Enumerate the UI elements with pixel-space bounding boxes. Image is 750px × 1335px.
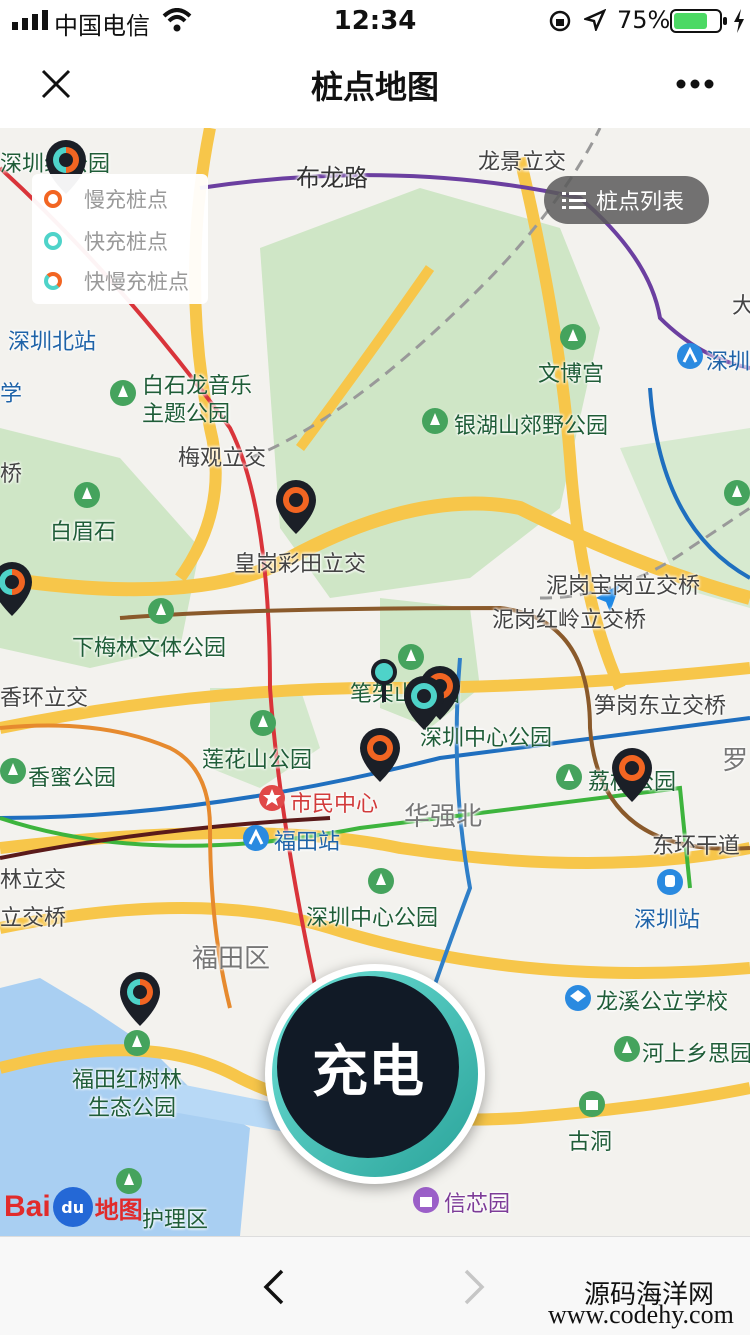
map-label: 龙景立交 xyxy=(478,150,567,175)
map-label: 布龙路 xyxy=(296,164,368,192)
slow-charge-dot-icon xyxy=(44,190,62,208)
charging-pin-fast[interactable] xyxy=(402,674,446,732)
map-label: 市民中心 xyxy=(290,792,379,817)
map-label: 泥岗红岭立交桥 xyxy=(492,608,647,633)
charging-pin-mixed[interactable] xyxy=(0,560,34,618)
legend-item-slow: 慢充桩点 xyxy=(44,184,168,214)
battery-icon xyxy=(670,9,727,33)
metro-station-icon xyxy=(677,343,703,369)
map-label: 林立交 xyxy=(0,868,67,893)
map-label: 古洞 xyxy=(568,1130,613,1155)
legend-item-fast: 快充桩点 xyxy=(44,226,168,256)
map-label: 梅观立交 xyxy=(178,446,267,471)
train-station-icon xyxy=(657,869,683,895)
logo-text-du: du xyxy=(61,1197,85,1217)
charge-button[interactable]: 充电 xyxy=(265,964,485,1184)
rotation-lock-icon xyxy=(549,10,571,32)
park-marker[interactable] xyxy=(74,482,100,508)
nav-bar: 桩点地图 xyxy=(0,40,750,128)
charging-pin-slow[interactable] xyxy=(358,726,402,784)
school-icon xyxy=(565,985,591,1011)
park-marker[interactable] xyxy=(250,710,276,736)
charge-button-label: 充电 xyxy=(277,976,459,1158)
more-dots-icon[interactable] xyxy=(676,78,714,90)
map-label: 深圳 xyxy=(706,350,750,375)
map-label: 信芯园 xyxy=(444,1192,511,1217)
map-label: 福田站 xyxy=(274,830,341,855)
baidu-paw-icon: du xyxy=(52,1187,93,1227)
shopping-icon xyxy=(413,1187,439,1213)
map-label: 护理区 xyxy=(142,1208,209,1233)
chevron-left-icon[interactable] xyxy=(262,1269,286,1305)
map-label: 华强北 xyxy=(404,802,483,832)
landmark-icon xyxy=(579,1091,605,1117)
baidu-map-logo: Bai du 地图 xyxy=(4,1182,143,1232)
list-icon xyxy=(562,192,586,209)
page-title: 桩点地图 xyxy=(310,68,439,106)
park-marker[interactable] xyxy=(110,380,136,406)
map-label: 银湖山郊野公园 xyxy=(454,414,609,439)
legend-label: 快慢充桩点 xyxy=(84,270,189,294)
map-label: 皇岗彩田立交 xyxy=(234,552,367,577)
status-bar: 中国电信 12:34 75% xyxy=(0,0,750,40)
map-label: 河上乡思园 xyxy=(642,1042,750,1067)
map-label: 大 xyxy=(732,294,750,319)
star-icon xyxy=(259,785,285,811)
map-label: 深圳北站 xyxy=(8,330,97,355)
legend-item-mixed: 快慢充桩点 xyxy=(44,266,189,296)
pile-list-label: 桩点列表 xyxy=(596,190,685,215)
battery-percent: 75% xyxy=(617,6,671,34)
legend-label: 慢充桩点 xyxy=(84,188,168,212)
map-label: 生态公园 xyxy=(88,1096,177,1121)
park-marker[interactable] xyxy=(0,758,26,784)
map-label: 立交桥 xyxy=(0,906,67,931)
fast-charge-dot-icon xyxy=(44,232,62,250)
park-marker[interactable] xyxy=(560,324,586,350)
park-marker[interactable] xyxy=(124,1030,150,1056)
charging-bolt-icon xyxy=(734,9,744,33)
map-label: 香环立交 xyxy=(0,686,89,711)
metro-station-icon xyxy=(243,825,269,851)
charging-pin-fast-small[interactable] xyxy=(368,658,400,704)
charging-pin-slow[interactable] xyxy=(610,746,654,804)
map-label: 香蜜公园 xyxy=(28,766,117,791)
map-label: 泥岗宝岗立交桥 xyxy=(546,574,701,599)
map-label: 东环干道 xyxy=(652,834,741,859)
pin-legend: 慢充桩点 快充桩点 快慢充桩点 xyxy=(32,174,208,304)
map-label: 莲花山公园 xyxy=(202,748,313,773)
map-label: 学 xyxy=(0,382,23,407)
pile-list-button[interactable]: 桩点列表 xyxy=(544,176,709,224)
map-label: 福田区 xyxy=(192,944,271,974)
map-label: 深圳中心公园 xyxy=(306,906,439,931)
park-marker[interactable] xyxy=(368,868,394,894)
park-marker[interactable] xyxy=(724,480,750,506)
map-label: 龙溪公立学校 xyxy=(596,990,729,1015)
charging-pin-mixed[interactable] xyxy=(118,970,162,1028)
logo-text-bai: Bai xyxy=(4,1190,51,1223)
park-area-north xyxy=(260,188,600,598)
charging-pin-slow[interactable] xyxy=(274,478,318,536)
location-arrow-icon xyxy=(584,9,606,31)
park-marker[interactable] xyxy=(614,1036,640,1062)
map-label: 桥 xyxy=(0,462,23,487)
map-label: 主题公园 xyxy=(142,402,231,427)
mixed-charge-dot-icon xyxy=(44,272,62,290)
map-label: 白眉石 xyxy=(50,520,117,545)
park-marker[interactable] xyxy=(556,764,582,790)
watermark-url: www.codehy.com xyxy=(548,1300,734,1329)
map-label: 罗 xyxy=(722,746,749,776)
map-label: 文博宫 xyxy=(538,362,605,387)
chevron-right-icon[interactable] xyxy=(462,1269,486,1305)
map-view[interactable]: 深圳线公园 布龙路 龙景立交 深圳北站 白石龙音乐 主题公园 文博宫 银湖山郊野… xyxy=(0,128,750,1236)
park-marker[interactable] xyxy=(148,598,174,624)
logo-text-map: 地图 xyxy=(94,1195,143,1224)
map-label: 笋岗东立交桥 xyxy=(594,694,727,719)
park-marker[interactable] xyxy=(422,408,448,434)
map-label: 深圳站 xyxy=(634,908,701,933)
legend-label: 快充桩点 xyxy=(84,230,168,254)
map-label: 下梅林文体公园 xyxy=(72,636,227,661)
